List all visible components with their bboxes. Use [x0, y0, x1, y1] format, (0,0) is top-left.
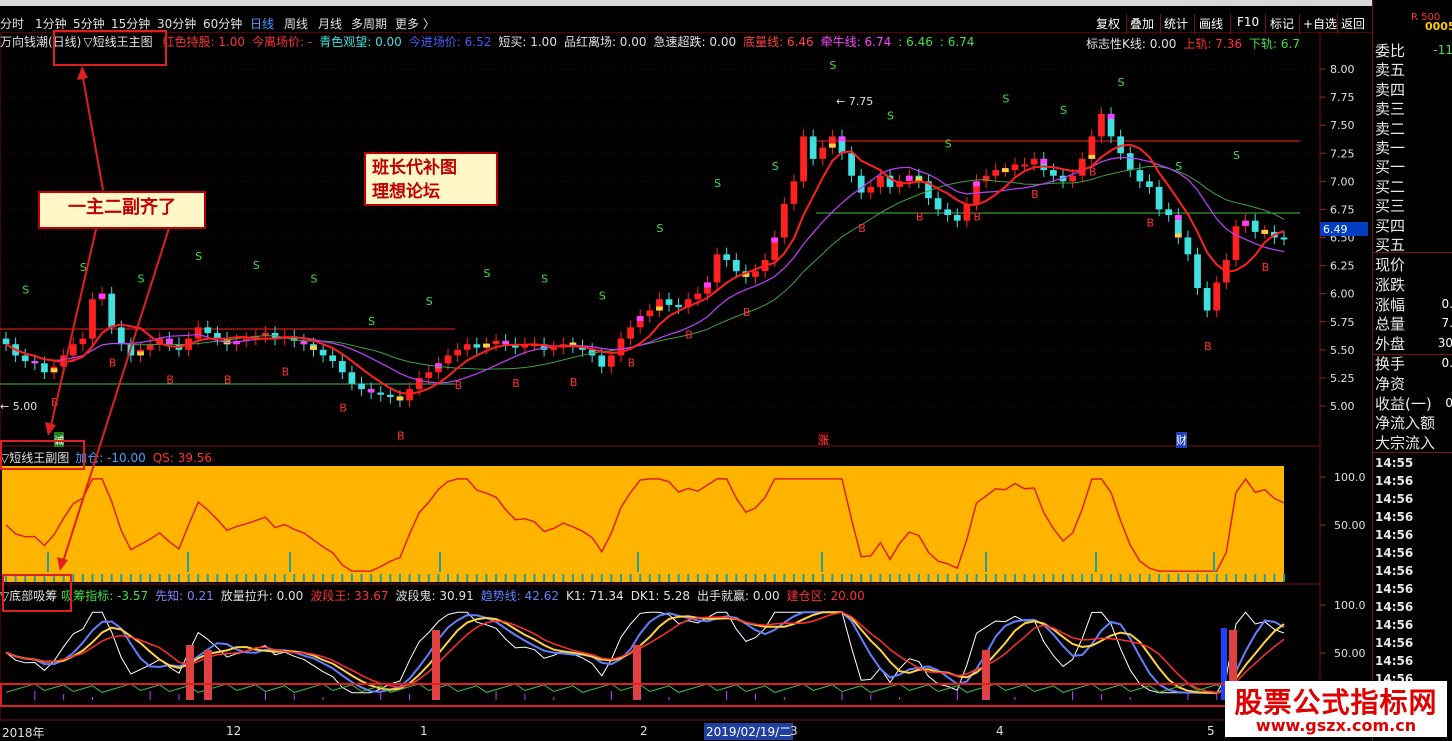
quote-label: 卖四	[1375, 80, 1406, 99]
watermark-url: www.gszx.com.cn	[1255, 716, 1417, 735]
quote-label: 买四	[1375, 216, 1406, 235]
quote-label: 净流入额	[1375, 414, 1436, 433]
tick-time: 14:56	[1375, 546, 1414, 560]
watermark-title: 股票公式指标网	[1234, 686, 1438, 719]
quote-label: 涨跌	[1375, 275, 1406, 294]
stock-code: 0005	[1425, 20, 1452, 33]
quote-label: 买一	[1375, 158, 1406, 177]
quote-label: 总量	[1375, 315, 1406, 334]
tick-time: 14:56	[1375, 618, 1414, 632]
tick-time: 14:56	[1375, 636, 1414, 650]
quote-label: 涨幅	[1375, 295, 1406, 314]
tick-time: 14:56	[1375, 582, 1414, 596]
quote-label: 现价	[1375, 256, 1406, 274]
quote-header: R 500 0005	[1373, 12, 1452, 34]
quote-label: 买三	[1375, 197, 1406, 216]
quote-label: 外盘	[1375, 335, 1406, 354]
quote-label: 卖五	[1375, 61, 1406, 80]
quote-value: -11	[1433, 43, 1452, 57]
tick-time: 14:55	[1375, 456, 1414, 470]
quote-value: 7.	[1441, 316, 1452, 331]
tick-time: 14:56	[1375, 492, 1414, 506]
tick-time: 14:56	[1375, 510, 1414, 524]
quote-label: 大宗流入	[1375, 434, 1436, 453]
quote-label: 卖三	[1375, 100, 1406, 119]
quote-label: 委比	[1375, 42, 1406, 60]
annotation-note-line2: 理想论坛	[372, 182, 440, 202]
quote-value: 0.	[1441, 296, 1452, 311]
annotation-callout-box: 一主二副齐了	[38, 191, 206, 229]
quote-panel: R 500 0005 委比 -11 卖五 卖四 卖三 卖二 卖一 买一 买二 买三 买四 买五 现价 涨跌…	[1372, 0, 1452, 740]
quote-label: 换手	[1375, 355, 1406, 373]
tick-time: 14:56	[1375, 654, 1414, 668]
quote-value: 0	[1445, 395, 1452, 410]
quote-label: 净资	[1375, 374, 1406, 393]
watermark-logo: 股票公式指标网 www.gszx.com.cn	[1225, 681, 1447, 737]
quote-value: 30	[1437, 336, 1452, 351]
quote-label: 收益(一)	[1375, 394, 1432, 413]
annotation-note-box: 班长代补图 理想论坛	[364, 152, 498, 206]
annotation-arrows	[45, 66, 171, 571]
annotation-note-line1: 班长代补图	[372, 158, 457, 178]
tick-time: 14:56	[1375, 528, 1414, 542]
quote-label: 买二	[1375, 177, 1406, 196]
quote-value: 0.	[1441, 356, 1452, 370]
quote-label: 卖二	[1375, 119, 1406, 138]
tick-time: 14:56	[1375, 564, 1414, 578]
tick-time: 14:56	[1375, 600, 1414, 614]
tick-time: 14:56	[1375, 474, 1414, 488]
quote-label: 卖一	[1375, 139, 1406, 157]
